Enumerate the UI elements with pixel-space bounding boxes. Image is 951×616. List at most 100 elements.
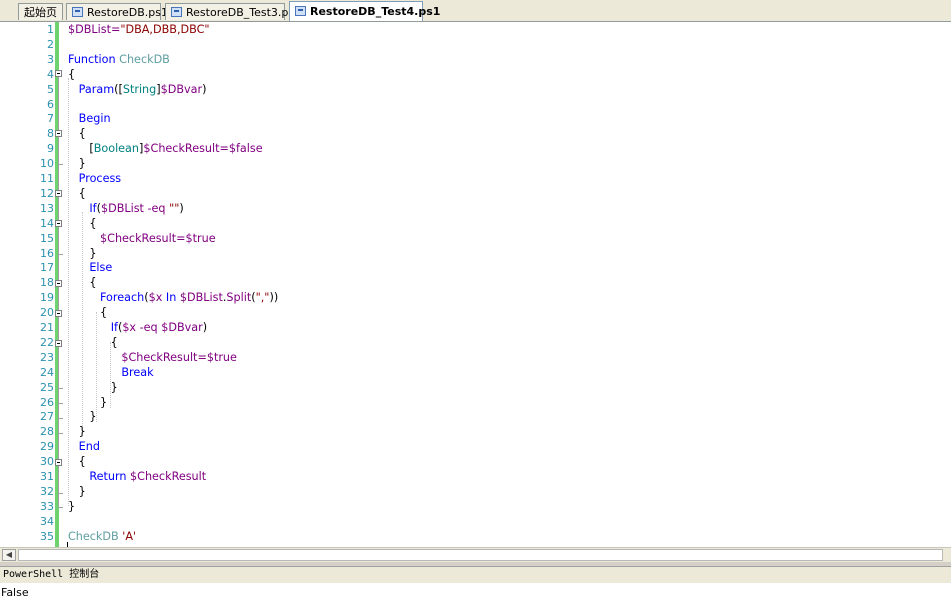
code-line: 32 }: [0, 484, 951, 499]
code-line: 11 Process: [0, 171, 951, 186]
script-file-icon: [171, 7, 182, 17]
line-number: 5: [47, 82, 54, 96]
code-line: 5 Param([String]$DBvar): [0, 82, 951, 97]
tab-restoredb-test3[interactable]: RestoreDB_Test3.ps1: [165, 3, 301, 20]
code-line: 1 $DBList="DBA,DBB,DBC": [0, 22, 951, 37]
scrollbar-thumb[interactable]: [18, 549, 943, 561]
line-number: 20: [40, 306, 54, 320]
code-line: 24 Break: [0, 365, 951, 380]
code-line: 26 }: [0, 395, 951, 410]
code-text: {: [68, 216, 97, 230]
line-number: 3: [47, 52, 54, 66]
code-text: }: [68, 395, 108, 409]
code-text: If($DBList -eq ""): [89, 201, 184, 215]
code-text: {: [68, 67, 76, 81]
line-number: 19: [40, 291, 54, 305]
code-text: Return $CheckResult: [89, 470, 207, 483]
script-editor[interactable]: 1 $DBList="DBA,DBB,DBC" 2 3 Function CheckDB…: [0, 22, 951, 547]
code-text: End: [78, 440, 100, 454]
code-text: {: [68, 186, 86, 200]
code-line: 2: [0, 37, 951, 52]
console-pane-header: PowerShell 控制台: [0, 567, 951, 583]
code-line: 12 {: [0, 186, 951, 201]
line-number: 24: [40, 365, 54, 379]
console-output: False: [1, 586, 29, 599]
code-line: 20 {: [0, 305, 951, 320]
code-text: Process: [78, 172, 122, 185]
line-number: 31: [40, 470, 54, 483]
code-line: 14 {: [0, 216, 951, 231]
code-text: Break: [121, 365, 154, 379]
line-number: 27: [40, 410, 54, 424]
code-line: 35 CheckDB 'A': [0, 529, 951, 544]
code-line: 29 End: [0, 439, 951, 454]
line-number: 33: [40, 499, 54, 513]
tab-restoredb-test4[interactable]: RestoreDB_Test4.ps1: [289, 1, 440, 21]
code-text: }: [68, 157, 86, 171]
line-number: 21: [40, 321, 54, 334]
code-text: [Boolean]$CheckResult=$false: [68, 142, 263, 156]
code-text: {: [68, 127, 86, 141]
code-line: 30 {: [0, 454, 951, 469]
line-number: 30: [40, 455, 54, 469]
tab-start-page[interactable]: 起始页: [18, 3, 63, 20]
code-line: 22 {: [0, 335, 951, 350]
code-line: 28 }: [0, 424, 951, 439]
code-line: 21 If($x -eq $DBvar): [0, 320, 951, 335]
code-text: $CheckResult=$true: [100, 231, 216, 245]
line-number: 26: [40, 395, 54, 409]
console-output-pane[interactable]: False: [0, 583, 951, 616]
code-line: 10 }: [0, 156, 951, 171]
code-line: 19 Foreach($x In $DBList.Split(",")): [0, 290, 951, 305]
console-title: PowerShell 控制台: [3, 569, 100, 580]
horizontal-scrollbar[interactable]: ◀: [0, 547, 951, 562]
code-text: If($x -eq $DBvar): [110, 321, 208, 334]
line-number: 13: [40, 201, 54, 215]
line-number: 1: [47, 23, 54, 36]
line-number: 17: [40, 261, 54, 275]
line-number: 34: [40, 514, 54, 528]
code-line: 34: [0, 514, 951, 529]
line-number: 22: [40, 335, 54, 349]
code-text: {: [68, 306, 108, 320]
code-text: Else: [89, 261, 113, 275]
line-number: 28: [40, 425, 54, 439]
line-number: 9: [47, 142, 54, 156]
code-text: $DBList="DBA,DBB,DBC": [68, 23, 210, 36]
code-text: Foreach($x In $DBList.Split(",")): [100, 291, 279, 305]
code-line: 18 {: [0, 275, 951, 290]
tab-label: RestoreDB.ps1: [87, 6, 168, 19]
script-file-icon: [295, 6, 306, 16]
code-text: }: [68, 484, 86, 498]
code-text: Function CheckDB: [68, 52, 170, 66]
code-text: }: [68, 246, 97, 260]
line-number: 12: [40, 186, 54, 200]
tab-bar: 起始页 RestoreDB.ps1 RestoreDB_Test3.ps1 Re…: [0, 0, 951, 22]
code-text: $CheckResult=$true: [121, 350, 237, 364]
code-line: 31 Return $CheckResult: [0, 469, 951, 484]
code-line: 9 [Boolean]$CheckResult=$false: [0, 141, 951, 156]
code-text: Param([String]$DBvar): [78, 82, 207, 96]
tab-label: RestoreDB_Test4.ps1: [310, 5, 441, 18]
code-line: 25 }: [0, 380, 951, 395]
line-number: 2: [47, 37, 54, 51]
line-number: 25: [40, 380, 54, 394]
code-line: 3 Function CheckDB: [0, 52, 951, 67]
line-number: 29: [40, 440, 54, 454]
code-line: 13 If($DBList -eq ""): [0, 201, 951, 216]
line-number: 6: [47, 97, 54, 111]
code-line: 16 }: [0, 246, 951, 261]
code-line: 27 }: [0, 409, 951, 424]
code-text: {: [68, 335, 118, 349]
code-text: {: [68, 455, 86, 469]
scroll-left-icon[interactable]: ◀: [2, 549, 16, 561]
script-file-icon: [72, 7, 83, 17]
code-text: }: [68, 499, 76, 513]
code-line: 33}: [0, 499, 951, 514]
tab-restoredb[interactable]: RestoreDB.ps1: [66, 3, 168, 20]
line-number: 7: [47, 112, 54, 126]
code-line: 6: [0, 97, 951, 112]
line-number: 11: [40, 172, 54, 185]
code-text: Begin: [78, 112, 111, 126]
code-text: CheckDB 'A': [68, 529, 137, 543]
